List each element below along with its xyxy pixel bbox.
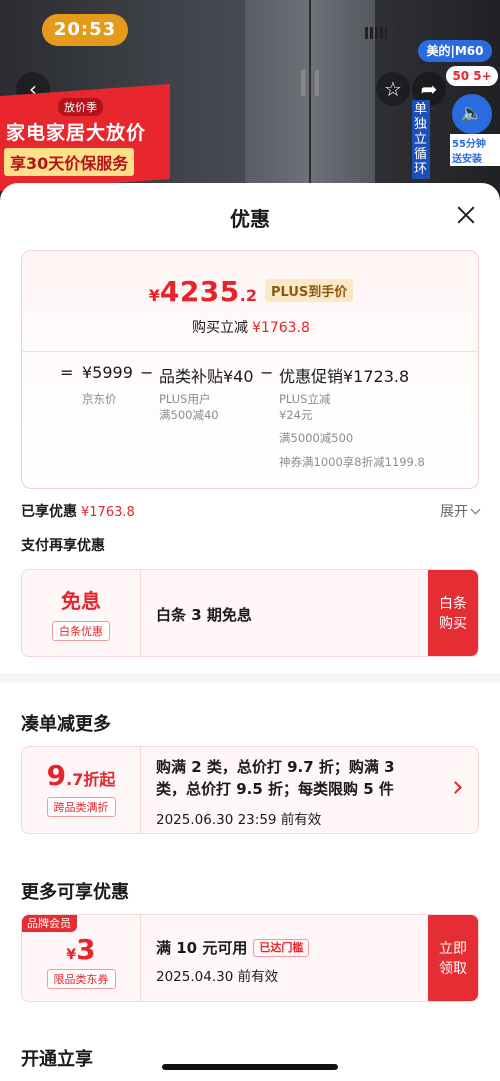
minus-sign: − xyxy=(260,363,274,382)
bundle-description: 购满 2 类，总价打 9.7 折；购满 3 类，总价打 9.5 折；每类限购 5… xyxy=(156,758,395,798)
instant-discount-label: 购买立减 xyxy=(192,320,249,336)
jd-price-label: 京东价 xyxy=(82,392,117,406)
baitiao-tag: 白条优惠 xyxy=(52,621,110,641)
threshold-reached-tag: 已达门槛 xyxy=(253,939,310,957)
category-subsidy-note-2: 满500减40 xyxy=(159,408,219,422)
chevron-down-icon xyxy=(470,504,481,515)
bundle-offer-card[interactable]: 9.7折起 跨品类满折 购满 2 类，总价打 9.7 折；购满 3 类，总价打 … xyxy=(21,746,479,834)
instant-discount-row: 购买立减 ¥1763.8 xyxy=(22,317,480,337)
sheet-title: 优惠 xyxy=(230,207,270,231)
divider xyxy=(22,351,478,352)
open-section-title: 开通立享 xyxy=(21,1049,93,1070)
interest-free-label: 免息 xyxy=(61,589,101,613)
coupon-condition: 满 10 元可用 已达门槛 xyxy=(156,937,310,958)
jd-price: ¥5999 xyxy=(82,363,133,382)
chevron-right-icon xyxy=(449,781,462,794)
share-icon: ➦ xyxy=(420,77,438,101)
final-price: ¥4235.2 xyxy=(148,275,257,308)
baitiao-offer-text: 白条 3 期免息 xyxy=(156,606,252,624)
bundle-section-title: 凑单减更多 xyxy=(21,714,111,735)
bundle-deadline: 2025.06.30 23:59 前有效 xyxy=(156,812,322,828)
offer-left-panel: ¥3 限品类东券 xyxy=(22,915,140,1001)
coupon-offer-card[interactable]: 品牌会员 ¥3 限品类东券 满 10 元可用 已达门槛 2025.04.30 前有… xyxy=(21,914,479,1002)
favorite-button[interactable]: ☆ xyxy=(376,72,410,106)
feature-vertical-text: 单独立循环 xyxy=(412,100,430,179)
side-badge: 50 5+ xyxy=(446,66,498,86)
section-separator xyxy=(0,673,500,683)
minus-sign: − xyxy=(140,363,154,382)
baitiao-offer-card[interactable]: 免息 白条优惠 白条 3 期免息 白条 购买 xyxy=(21,569,479,657)
pay-section-title: 支付再享优惠 xyxy=(21,538,105,554)
wifi-icon: ◠ xyxy=(395,25,406,41)
baitiao-buy-button[interactable]: 白条 购买 xyxy=(428,570,478,656)
promotion-note-3: 满5000减500 xyxy=(279,431,354,445)
status-time: 20:53 xyxy=(42,14,128,46)
star-icon: ☆ xyxy=(384,77,402,101)
savings-row: 已享优惠 ¥1763.8 展开 xyxy=(21,501,481,521)
close-icon[interactable] xyxy=(452,201,480,229)
signal-icon xyxy=(365,26,387,39)
more-section-title: 更多可享优惠 xyxy=(21,882,129,903)
instant-discount-value: ¥1763.8 xyxy=(252,320,310,336)
product-page-background: 20:53 ◠ 美的|M60 ‹ ☆ ➦ 放价季 家电家居大放价 享30天价保服… xyxy=(0,0,500,200)
plus-price-tag: PLUS到手价 xyxy=(265,279,354,302)
claim-coupon-button[interactable]: 立即 领取 xyxy=(428,915,478,1001)
savings-value: ¥1763.8 xyxy=(81,505,135,520)
coupon-type-tag: 限品类东券 xyxy=(46,969,116,989)
coupon-value: ¥3 xyxy=(66,933,96,966)
category-subsidy: 品类补贴¥40 xyxy=(159,367,254,386)
category-subsidy-note-1: PLUS用户 xyxy=(159,392,211,406)
coupon-deadline: 2025.04.30 前有效 xyxy=(156,969,279,985)
promotion-discount: 优惠促销¥1723.8 xyxy=(279,367,410,386)
price-card: ¥4235.2 PLUS到手价 购买立减 ¥1763.8 = ¥5999 京东价 −… xyxy=(21,250,479,489)
promotion-note-1: PLUS立减 xyxy=(279,392,331,406)
promo-title: 家电家居大放价 xyxy=(6,122,147,144)
equals-sign: = xyxy=(60,363,74,382)
product-image xyxy=(245,0,375,200)
promo-subtitle: 享30天价保服务 xyxy=(4,148,135,176)
offer-left-panel: 9.7折起 跨品类满折 xyxy=(22,747,140,833)
status-icons: ◠ xyxy=(365,22,406,41)
promotion-note-4: 神券满1000享8折减1199.8 xyxy=(279,455,425,469)
promotion-note-2: ¥24元 xyxy=(279,408,313,422)
savings-label: 已享优惠 xyxy=(21,504,77,520)
discount-sheet: 优惠 ¥4235.2 PLUS到手价 购买立减 ¥1763.8 = ¥5999 京东… xyxy=(0,183,500,1081)
expand-button[interactable]: 展开 xyxy=(440,501,481,521)
cross-category-tag: 跨品类满折 xyxy=(46,797,116,817)
speaker-icon[interactable]: 🔈 xyxy=(452,94,492,134)
home-indicator xyxy=(162,1064,338,1070)
price-breakdown: = ¥5999 京东价 − 品类补贴¥40 PLUS用户 满500减40 − 优… xyxy=(22,363,480,487)
offer-left-panel: 免息 白条优惠 xyxy=(22,570,140,656)
bundle-discount: 9.7折起 xyxy=(46,759,116,792)
expand-label: 展开 xyxy=(440,504,468,520)
promo-small-label: 放价季 xyxy=(58,98,103,116)
brand-tag: 美的|M60 xyxy=(418,40,492,62)
install-service-text: 55分钟 送安装 xyxy=(450,134,500,166)
final-price-row: ¥4235.2 PLUS到手价 xyxy=(22,275,480,308)
